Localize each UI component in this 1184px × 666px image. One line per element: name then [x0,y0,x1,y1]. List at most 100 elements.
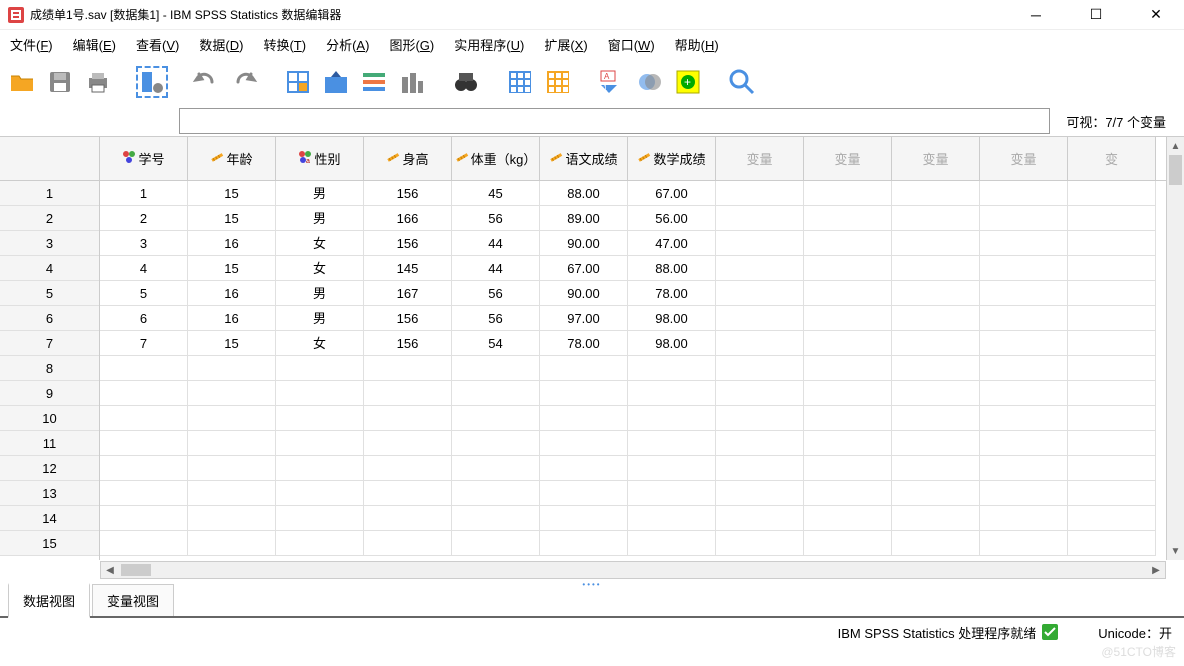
cell[interactable] [540,406,628,431]
cell[interactable] [892,406,980,431]
cell[interactable]: 男 [276,306,364,331]
cell[interactable]: 98.00 [628,306,716,331]
cell[interactable] [804,506,892,531]
cell[interactable] [804,331,892,356]
column-header-empty[interactable]: 变量 [892,137,980,180]
cell[interactable] [980,481,1068,506]
cell[interactable] [100,481,188,506]
cell[interactable] [628,506,716,531]
column-header-6[interactable]: 数学成绩 [628,137,716,180]
search-button[interactable] [726,66,758,98]
cell[interactable]: 44 [452,256,540,281]
cell[interactable] [276,356,364,381]
cell[interactable] [892,531,980,556]
cell[interactable]: 6 [100,306,188,331]
variables-button[interactable] [358,66,390,98]
cell[interactable]: 1 [100,181,188,206]
menu-help[interactable]: 帮助(H) [675,35,719,54]
cell[interactable]: 156 [364,331,452,356]
cell[interactable] [716,281,804,306]
corner-cell[interactable] [0,137,99,181]
cell[interactable] [804,181,892,206]
run-descriptives-button[interactable] [396,66,428,98]
cell[interactable] [628,381,716,406]
cell[interactable] [804,481,892,506]
cell[interactable] [716,406,804,431]
vertical-scrollbar[interactable]: ▲ ▼ [1166,137,1184,560]
vertical-scroll-thumb[interactable] [1169,155,1182,185]
cell[interactable] [980,381,1068,406]
cell[interactable] [364,481,452,506]
row-number[interactable]: 8 [0,356,99,381]
cell[interactable]: 15 [188,181,276,206]
row-number[interactable]: 7 [0,331,99,356]
cell[interactable] [628,406,716,431]
cell[interactable] [276,456,364,481]
cell[interactable] [276,381,364,406]
row-number[interactable]: 14 [0,506,99,531]
cell[interactable] [804,406,892,431]
column-header-4[interactable]: 体重（kg） [452,137,540,180]
cell[interactable] [364,431,452,456]
cell[interactable] [892,431,980,456]
row-number[interactable]: 6 [0,306,99,331]
print-button[interactable] [82,66,114,98]
cell[interactable] [188,506,276,531]
recall-dialog-button[interactable] [136,66,168,98]
cell[interactable] [188,406,276,431]
cell[interactable] [364,456,452,481]
scroll-down-arrow[interactable]: ▼ [1167,542,1184,560]
cell[interactable] [1068,331,1156,356]
cell[interactable] [980,231,1068,256]
cell[interactable]: 3 [100,231,188,256]
cell[interactable]: 女 [276,331,364,356]
horizontal-scroll-thumb[interactable] [121,564,151,576]
cell[interactable] [1068,506,1156,531]
column-header-2[interactable]: a性别 [276,137,364,180]
column-header-empty[interactable]: 变量 [716,137,804,180]
column-header-0[interactable]: 学号 [100,137,188,180]
row-number[interactable]: 12 [0,456,99,481]
menu-utilities[interactable]: 实用程序(U) [454,35,524,54]
menu-transform[interactable]: 转换(T) [263,35,306,54]
open-file-button[interactable] [6,66,38,98]
cell[interactable] [540,506,628,531]
cell[interactable] [892,231,980,256]
menu-file[interactable]: 文件(F) [10,35,53,54]
column-header-empty[interactable]: 变 [1068,137,1156,180]
cell[interactable] [540,531,628,556]
cell[interactable] [716,181,804,206]
cell[interactable]: 56.00 [628,206,716,231]
cell[interactable] [276,506,364,531]
cell[interactable]: 56 [452,306,540,331]
cell[interactable] [804,256,892,281]
cell[interactable] [980,181,1068,206]
column-header-5[interactable]: 语文成绩 [540,137,628,180]
cell[interactable] [892,506,980,531]
cell[interactable] [716,306,804,331]
save-button[interactable] [44,66,76,98]
cell[interactable]: 156 [364,231,452,256]
goto-variable-button[interactable] [320,66,352,98]
cell[interactable] [100,531,188,556]
cell[interactable] [364,381,452,406]
cell[interactable]: 7 [100,331,188,356]
row-number[interactable]: 11 [0,431,99,456]
cell[interactable]: 16 [188,306,276,331]
cell[interactable] [188,481,276,506]
cell[interactable]: 156 [364,306,452,331]
cell[interactable] [628,431,716,456]
cell[interactable] [100,506,188,531]
cell[interactable] [452,506,540,531]
cell[interactable] [892,331,980,356]
cell[interactable]: 166 [364,206,452,231]
cell[interactable] [452,431,540,456]
tab-variable-view[interactable]: 变量视图 [92,584,174,616]
cell[interactable] [1068,356,1156,381]
cell[interactable] [980,206,1068,231]
row-number[interactable]: 15 [0,531,99,556]
cell[interactable]: 167 [364,281,452,306]
cell[interactable] [100,406,188,431]
cell[interactable] [1068,381,1156,406]
cell[interactable] [804,356,892,381]
